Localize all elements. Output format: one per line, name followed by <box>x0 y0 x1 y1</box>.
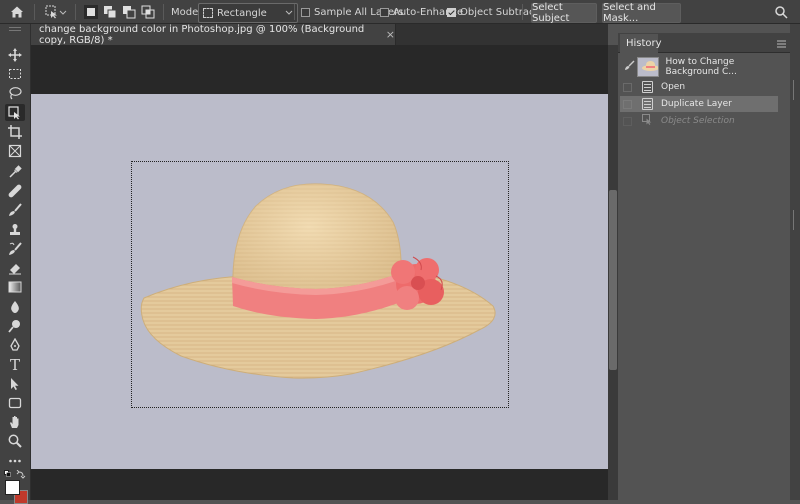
select-and-mask-button[interactable]: Select and Mask... <box>602 2 681 24</box>
snapshot-label: How to Change Background C... <box>665 57 737 77</box>
history-snapshot[interactable]: How to Change Background C... <box>620 57 778 77</box>
move-icon[interactable] <box>5 46 25 63</box>
eraser-icon[interactable] <box>5 259 25 276</box>
foreground-color-swatch[interactable] <box>5 480 20 495</box>
object-subtract-label: Object Subtract <box>460 6 539 18</box>
panel-icon[interactable] <box>793 80 800 100</box>
marquee-icon[interactable] <box>5 65 25 82</box>
checkbox-box <box>380 7 389 17</box>
rectangle-icon[interactable] <box>5 394 25 411</box>
object-subtract-checkbox[interactable]: Object Subtract <box>447 3 538 21</box>
checkbox-box-checked <box>447 7 456 17</box>
eyedropper-icon[interactable] <box>5 163 25 180</box>
lasso-icon[interactable] <box>5 84 25 101</box>
object-selection-icon[interactable] <box>5 104 25 121</box>
zoom-icon[interactable] <box>5 432 25 449</box>
history-state-icon <box>642 98 653 110</box>
history-brush-source-icon[interactable] <box>624 60 635 74</box>
panel-icon[interactable] <box>793 210 800 230</box>
history-state-object-selection[interactable]: Object Selection <box>620 113 778 129</box>
add-to-selection-icon[interactable] <box>103 3 117 21</box>
search-icon[interactable] <box>775 3 788 21</box>
more-icon[interactable] <box>5 452 25 469</box>
path-selection-icon[interactable] <box>5 375 25 392</box>
history-state-label: Duplicate Layer <box>661 99 732 109</box>
options-bar: Mode: Rectangle Sample All Layers Auto-E… <box>0 0 800 24</box>
pen-icon[interactable] <box>5 336 25 353</box>
crop-icon[interactable] <box>5 123 25 140</box>
selection-marquee <box>131 161 509 408</box>
snapshot-thumbnail <box>637 57 660 77</box>
tools-panel: T <box>0 24 31 504</box>
history-state-label: Object Selection <box>661 116 735 126</box>
checkbox-box <box>301 7 310 17</box>
home-icon[interactable] <box>10 3 24 21</box>
dodge-icon[interactable] <box>5 317 25 334</box>
close-icon[interactable]: × <box>386 28 395 41</box>
panel-menu-icon[interactable] <box>777 38 786 51</box>
subtract-from-selection-icon[interactable] <box>122 3 136 21</box>
brush-icon[interactable] <box>5 201 25 218</box>
select-subject-button[interactable]: Select Subject <box>531 2 597 24</box>
hand-icon[interactable] <box>5 413 25 430</box>
scrollbar-thumb[interactable] <box>609 190 617 370</box>
document-tab[interactable]: change background color in Photoshop.jpg… <box>31 23 396 46</box>
new-selection-icon[interactable] <box>84 3 98 21</box>
healing-brush-icon[interactable] <box>5 182 25 199</box>
history-state-open[interactable]: Open <box>620 79 778 95</box>
blur-icon[interactable] <box>5 298 25 315</box>
document-tab-title: change background color in Photoshop.jpg… <box>39 23 365 46</box>
type-icon[interactable]: T <box>5 356 25 374</box>
gradient-icon[interactable] <box>5 278 25 295</box>
mode-select-value: Rectangle <box>217 7 267 19</box>
clone-stamp-icon[interactable] <box>5 221 25 238</box>
history-brush-icon[interactable] <box>5 240 25 257</box>
object-selection-icon <box>642 114 653 128</box>
tool-preset-picker[interactable] <box>45 3 67 21</box>
mode-select[interactable]: Rectangle <box>198 3 298 23</box>
chevron-down-icon <box>285 8 293 19</box>
frame-icon[interactable] <box>5 142 25 159</box>
tab-history[interactable]: History <box>620 34 662 53</box>
intersect-selection-icon[interactable] <box>141 3 155 21</box>
history-state-duplicate-layer[interactable]: Duplicate Layer <box>620 96 778 112</box>
history-state-icon <box>642 81 653 93</box>
history-state-label: Open <box>661 82 686 92</box>
